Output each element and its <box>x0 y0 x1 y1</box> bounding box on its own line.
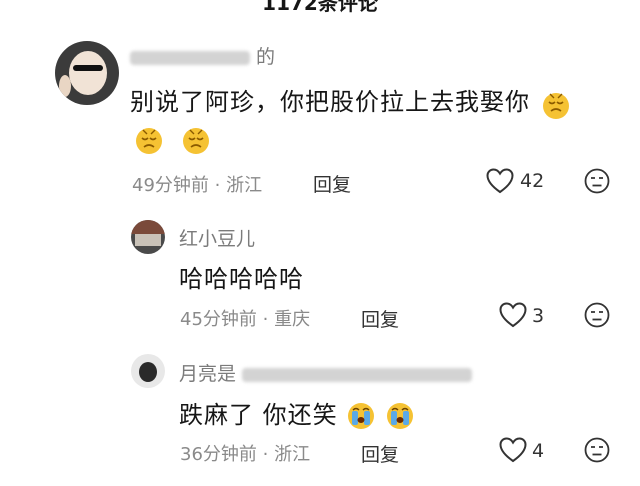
meta-separator: · <box>262 309 269 330</box>
reply-username[interactable]: 月亮是 <box>179 359 473 386</box>
reply-time: 36分钟前 <box>180 444 257 465</box>
dislike-button[interactable] <box>584 168 610 194</box>
comment-text-body: 别说了阿珍，你把股价拉上去我娶你 <box>130 88 530 116</box>
loudly-crying-face-emoji <box>346 401 376 431</box>
tired-face-emoji <box>132 122 166 156</box>
reply-location: 浙江 <box>274 444 311 465</box>
username-redaction <box>130 50 250 65</box>
reply-button[interactable]: 回复 <box>313 170 351 197</box>
reply-text-body: 跌麻了 你还笑 <box>179 401 338 429</box>
like-button[interactable] <box>486 168 514 194</box>
comment-text: 别说了阿珍，你把股价拉上去我娶你 <box>130 82 573 120</box>
comment-time: 49分钟前 <box>132 175 209 196</box>
reply-location: 重庆 <box>274 309 311 330</box>
avatar[interactable] <box>131 354 165 388</box>
dislike-button[interactable] <box>584 302 610 328</box>
dislike-face-icon <box>584 168 610 194</box>
reply-username[interactable]: 红小豆儿 <box>179 224 255 251</box>
like-count: 4 <box>532 440 545 462</box>
comment-location: 浙江 <box>226 175 263 196</box>
avatar[interactable] <box>55 41 119 105</box>
reply-text: 跌麻了 你还笑 <box>179 395 415 431</box>
heart-outline-icon <box>499 302 527 328</box>
avatar[interactable] <box>131 220 165 254</box>
reply-button[interactable]: 回复 <box>361 305 399 332</box>
username-visible-text: 的 <box>256 46 276 68</box>
like-button[interactable] <box>499 437 527 463</box>
reply-meta: 36分钟前 · 浙江 <box>180 440 310 466</box>
meta-separator: · <box>214 175 221 196</box>
dislike-face-icon <box>584 302 610 328</box>
username-redaction <box>242 367 473 382</box>
comment-emoji-row <box>132 122 213 156</box>
loudly-crying-face-emoji <box>385 401 415 431</box>
heart-outline-icon <box>486 168 514 194</box>
like-button[interactable] <box>499 302 527 328</box>
dislike-button[interactable] <box>584 437 610 463</box>
comment-username[interactable]: 的 <box>130 42 275 69</box>
like-count: 3 <box>532 305 545 327</box>
username-visible-text: 月亮是 <box>179 363 237 385</box>
reply-button[interactable]: 回复 <box>361 440 399 467</box>
comment-count-title: 1172条评论 <box>262 0 378 15</box>
heart-outline-icon <box>499 437 527 463</box>
reply-meta: 45分钟前 · 重庆 <box>180 305 310 331</box>
comment-meta: 49分钟前 · 浙江 <box>132 171 262 197</box>
tired-face-emoji <box>539 86 573 120</box>
tired-face-emoji <box>179 122 213 156</box>
meta-separator: · <box>262 444 269 465</box>
reply-text: 哈哈哈哈哈 <box>179 265 304 293</box>
dislike-face-icon <box>584 437 610 463</box>
reply-time: 45分钟前 <box>180 309 257 330</box>
like-count: 42 <box>520 170 545 192</box>
